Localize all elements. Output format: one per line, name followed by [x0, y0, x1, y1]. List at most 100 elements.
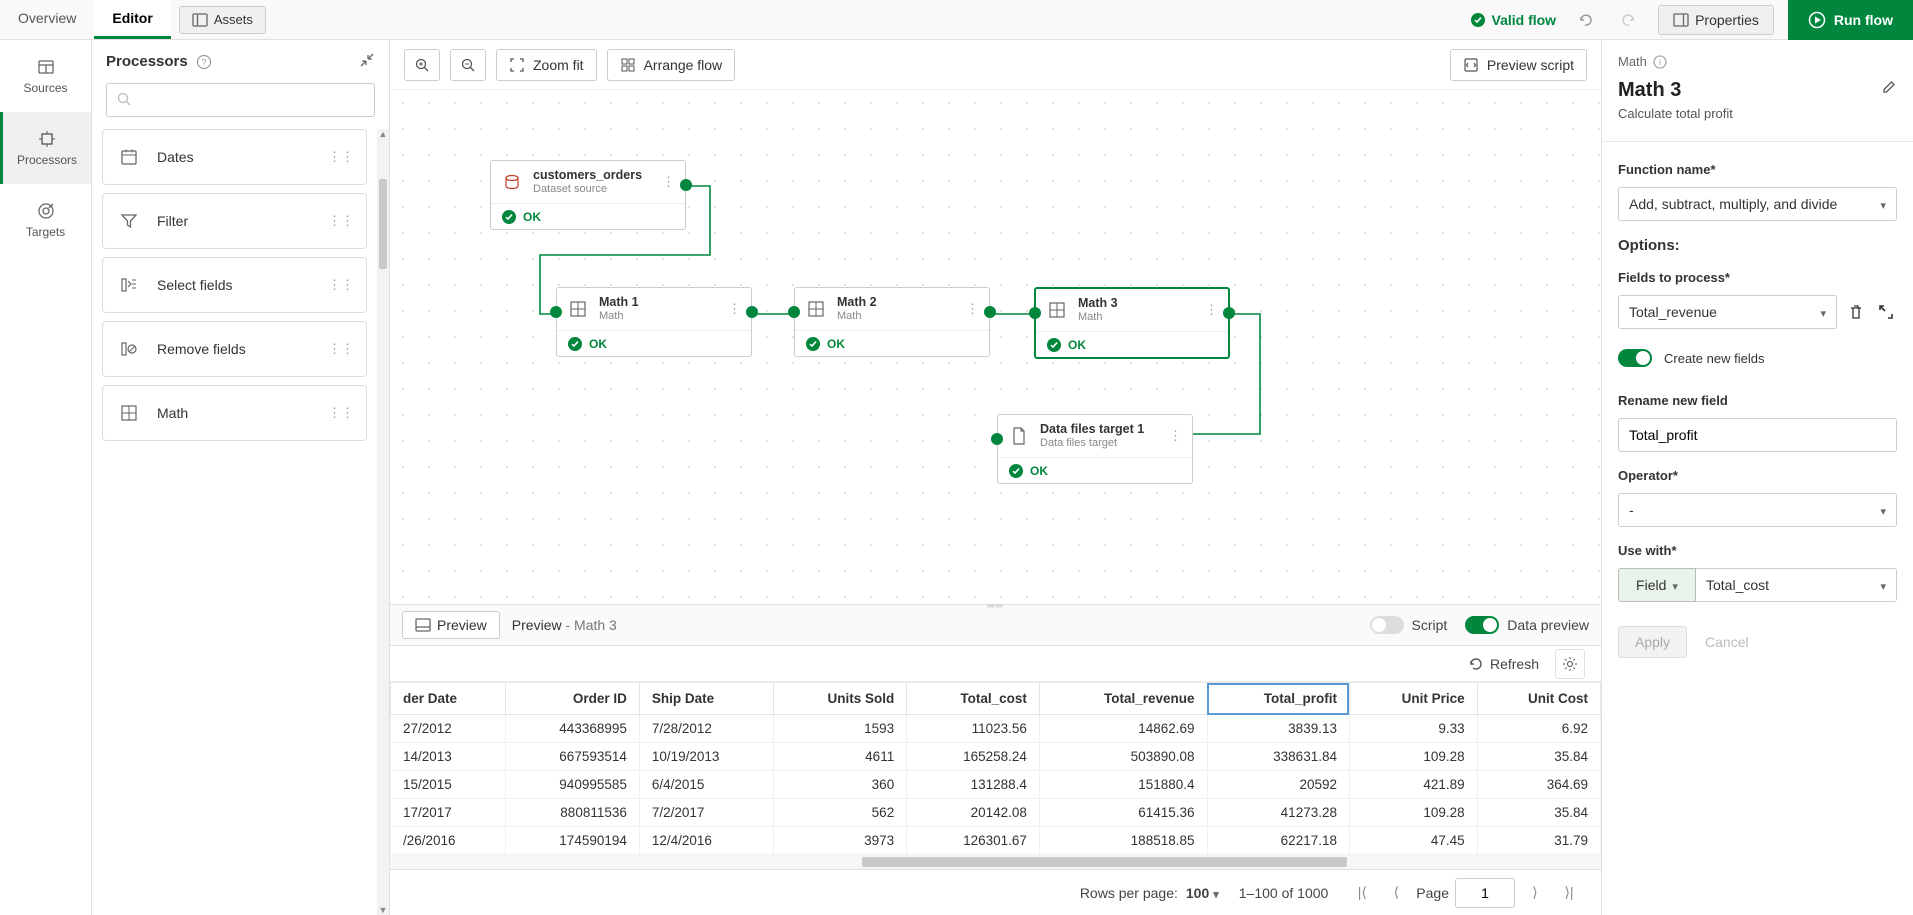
help-icon[interactable]: ?: [196, 54, 212, 70]
table-row[interactable]: 27/20124433689957/28/2012159311023.56148…: [391, 715, 1601, 743]
column-header[interactable]: Unit Price: [1349, 683, 1477, 715]
column-header[interactable]: Order ID: [505, 683, 639, 715]
processor-math[interactable]: Math ⋮⋮: [102, 385, 367, 441]
processor-select-fields[interactable]: Select fields ⋮⋮: [102, 257, 367, 313]
scrollbar-thumb[interactable]: [862, 857, 1346, 867]
table-cell: 421.89: [1349, 771, 1477, 799]
data-table-wrap: der DateOrder IDShip DateUnits SoldTotal…: [390, 682, 1601, 855]
zoom-out-button[interactable]: [450, 49, 486, 81]
column-header[interactable]: Total_revenue: [1039, 683, 1207, 715]
operator-select[interactable]: -: [1618, 493, 1897, 527]
node-math-2[interactable]: Math 2 Math ⋮ OK: [794, 287, 990, 357]
processors-scrollbar[interactable]: ▲ ▼: [377, 129, 389, 915]
input-port[interactable]: [788, 306, 800, 318]
column-header[interactable]: Total_profit: [1207, 683, 1349, 715]
table-cell: 35.84: [1477, 743, 1600, 771]
apply-button[interactable]: Apply: [1618, 626, 1687, 658]
column-header[interactable]: Unit Cost: [1477, 683, 1600, 715]
cancel-button[interactable]: Cancel: [1705, 626, 1749, 658]
node-menu-button[interactable]: ⋮: [966, 301, 979, 317]
output-port[interactable]: [746, 306, 758, 318]
node-data-files-target[interactable]: Data files target 1 Data files target ⋮ …: [997, 414, 1193, 484]
processor-remove-fields[interactable]: Remove fields ⋮⋮: [102, 321, 367, 377]
chevron-down-icon: [1820, 304, 1826, 320]
column-header[interactable]: Ship Date: [639, 683, 773, 715]
node-math-3[interactable]: Math 3 Math ⋮ OK: [1034, 287, 1230, 359]
refresh-button[interactable]: Refresh: [1468, 656, 1539, 672]
refresh-label: Refresh: [1490, 656, 1539, 672]
tab-overview[interactable]: Overview: [0, 0, 94, 39]
column-header[interactable]: Total_cost: [907, 683, 1040, 715]
node-menu-button[interactable]: ⋮: [1205, 302, 1218, 318]
node-menu-button[interactable]: ⋮: [1169, 428, 1182, 444]
output-port[interactable]: [680, 179, 692, 191]
info-icon[interactable]: i: [1653, 55, 1667, 69]
scrollbar-thumb[interactable]: [379, 179, 387, 269]
node-customers-orders[interactable]: customers_orders Dataset source ⋮ OK: [490, 160, 686, 230]
flow-canvas[interactable]: customers_orders Dataset source ⋮ OK: [390, 90, 1601, 604]
table-row[interactable]: 15/20159409955856/4/2015360131288.415188…: [391, 771, 1601, 799]
run-flow-button[interactable]: Run flow: [1788, 0, 1913, 40]
output-port[interactable]: [1223, 307, 1235, 319]
node-menu-button[interactable]: ⋮: [662, 174, 675, 190]
first-page-button[interactable]: |⟨: [1348, 879, 1376, 907]
prev-page-button[interactable]: ⟨: [1382, 879, 1410, 907]
tab-editor[interactable]: Editor: [94, 0, 170, 39]
properties-button[interactable]: Properties: [1658, 5, 1774, 35]
use-with-value-select[interactable]: Total_cost: [1696, 568, 1897, 602]
node-math-1[interactable]: Math 1 Math ⋮ OK: [556, 287, 752, 357]
nav-processors[interactable]: Processors: [0, 112, 91, 184]
search-icon: [116, 91, 132, 110]
left-nav: Sources Processors Targets: [0, 40, 92, 915]
next-page-button[interactable]: ⟩: [1521, 879, 1549, 907]
assets-button[interactable]: Assets: [179, 6, 266, 34]
input-port[interactable]: [991, 433, 1003, 445]
expand-field-button[interactable]: [1875, 301, 1897, 323]
table-row[interactable]: 17/20178808115367/2/201756220142.0861415…: [391, 799, 1601, 827]
function-name-select[interactable]: Add, subtract, multiply, and divide: [1618, 187, 1897, 221]
zoom-out-icon: [460, 57, 476, 73]
table-row[interactable]: 14/201366759351410/19/20134611165258.245…: [391, 743, 1601, 771]
data-preview-toggle[interactable]: [1465, 616, 1499, 634]
undo-button[interactable]: [1570, 5, 1600, 35]
operator-label: Operator*: [1618, 468, 1897, 483]
fields-to-process-select[interactable]: Total_revenue: [1618, 295, 1837, 329]
column-header[interactable]: der Date: [391, 683, 506, 715]
processor-label: Select fields: [157, 277, 232, 293]
drag-handle-icon: ⋮⋮: [328, 213, 354, 229]
create-new-fields-toggle[interactable]: [1618, 349, 1652, 367]
zoom-fit-button[interactable]: Zoom fit: [496, 49, 597, 81]
processor-filter[interactable]: Filter ⋮⋮: [102, 193, 367, 249]
input-port[interactable]: [550, 306, 562, 318]
script-toggle[interactable]: [1370, 616, 1404, 634]
rename-field-input[interactable]: [1618, 418, 1897, 452]
input-port[interactable]: [1029, 307, 1041, 319]
delete-field-button[interactable]: [1845, 301, 1867, 323]
table-row[interactable]: /26/201617459019412/4/20163973126301.671…: [391, 827, 1601, 855]
chevron-down-icon: [1880, 502, 1886, 518]
canvas-toolbar: Zoom fit Arrange flow Preview script: [390, 40, 1601, 90]
nav-targets[interactable]: Targets: [0, 184, 91, 256]
preview-script-button[interactable]: Preview script: [1450, 49, 1587, 81]
preview-button[interactable]: Preview: [402, 611, 500, 639]
node-menu-button[interactable]: ⋮: [728, 301, 741, 317]
edit-title-button[interactable]: [1881, 79, 1897, 98]
arrange-flow-button[interactable]: Arrange flow: [607, 49, 736, 81]
last-page-button[interactable]: ⟩|: [1555, 879, 1583, 907]
processor-dates[interactable]: Dates ⋮⋮: [102, 129, 367, 185]
resize-handle[interactable]: ══: [982, 601, 1010, 607]
processors-panel: Processors ? Dates ⋮⋮: [92, 40, 390, 915]
table-settings-button[interactable]: [1555, 649, 1585, 679]
page-input[interactable]: [1455, 878, 1515, 908]
collapse-panel-button[interactable]: [359, 52, 375, 71]
redo-button[interactable]: [1614, 5, 1644, 35]
column-header[interactable]: Units Sold: [774, 683, 907, 715]
search-input[interactable]: [106, 83, 375, 117]
nav-sources[interactable]: Sources: [0, 40, 91, 112]
zoom-in-button[interactable]: [404, 49, 440, 81]
output-port[interactable]: [984, 306, 996, 318]
use-with-mode-select[interactable]: Field: [1618, 568, 1696, 602]
node-subtitle: Data files target: [1040, 437, 1144, 449]
rpp-select[interactable]: 100: [1186, 885, 1219, 901]
horizontal-scrollbar[interactable]: [390, 855, 1601, 869]
